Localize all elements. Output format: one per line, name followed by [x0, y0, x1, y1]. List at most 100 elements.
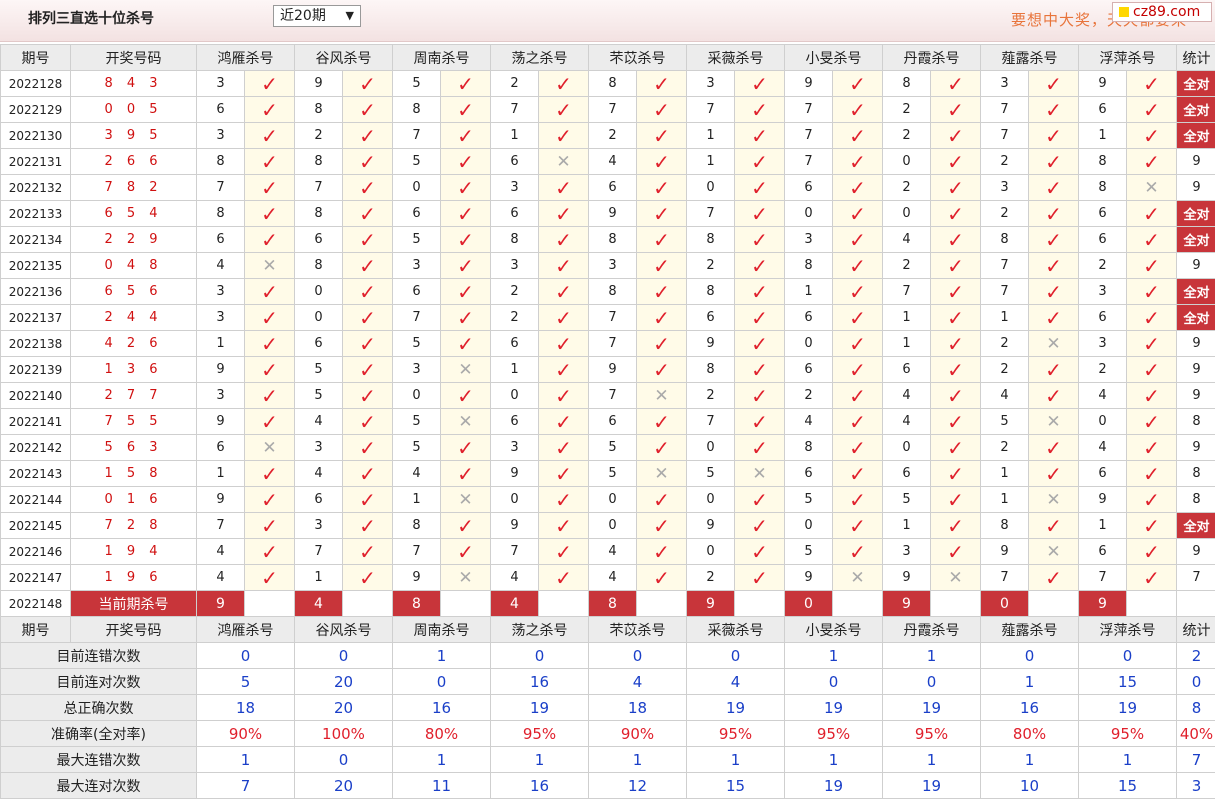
kill-number: 6: [294, 330, 343, 357]
stats-row: 准确率(全对率) 90% 100% 80% 95% 90% 95% 95% 95% 80% 95% 4…: [0, 720, 1215, 747]
stats-value: 1: [882, 746, 981, 773]
site-badge[interactable]: cz89.com: [1112, 2, 1212, 22]
check-icon: ✓: [1028, 226, 1079, 253]
kill-number: 3: [196, 122, 245, 149]
cross-icon: ✕: [636, 382, 687, 409]
issue-number: 2022144: [0, 486, 71, 513]
stats-value: 15: [686, 772, 785, 799]
check-icon: ✓: [636, 408, 687, 435]
kill-number: 2: [882, 122, 931, 149]
stats-total: 40%: [1176, 720, 1215, 747]
empty-cell: [832, 590, 883, 617]
stats-value: 7: [196, 772, 295, 799]
stats-value: 10: [980, 772, 1079, 799]
kill-number: 7: [882, 278, 931, 305]
empty-cell: [1176, 590, 1215, 617]
kill-number: 6: [784, 304, 833, 331]
check-icon: ✓: [1028, 174, 1079, 201]
stats-value: 12: [588, 772, 687, 799]
check-icon: ✓: [734, 434, 785, 461]
kill-number: 4: [490, 564, 539, 591]
all-correct-badge: 全对: [1176, 278, 1215, 305]
kill-number: 8: [980, 512, 1029, 539]
stats-value: 100%: [294, 720, 393, 747]
current-kill-number: 9: [686, 590, 735, 617]
kill-number: 3: [490, 174, 539, 201]
empty-cell: [636, 590, 687, 617]
empty-cell: [440, 590, 491, 617]
draw-numbers: 1 3 6: [70, 356, 197, 383]
kill-number: 6: [392, 200, 441, 227]
check-icon: ✓: [734, 356, 785, 383]
kill-number: 0: [882, 200, 931, 227]
stats-value: 95%: [1078, 720, 1177, 747]
correct-count: 9: [1176, 356, 1215, 383]
kill-number: 6: [1078, 304, 1127, 331]
check-icon: ✓: [342, 434, 393, 461]
check-icon: ✓: [1126, 70, 1177, 97]
cross-icon: ✕: [440, 356, 491, 383]
stats-value: 0: [784, 668, 883, 695]
check-icon: ✓: [636, 148, 687, 175]
kill-number: 8: [980, 226, 1029, 253]
kill-number: 8: [784, 252, 833, 279]
issue-number: 2022145: [0, 512, 71, 539]
cross-icon: ✕: [1028, 330, 1079, 357]
stats-value: 0: [490, 642, 589, 669]
kill-number: 6: [784, 460, 833, 487]
check-icon: ✓: [1126, 304, 1177, 331]
stats-value: 1: [392, 642, 491, 669]
check-icon: ✓: [1028, 122, 1079, 149]
kill-number: 1: [294, 564, 343, 591]
range-select[interactable]: 近20期 ▼: [273, 5, 361, 27]
cross-icon: ✕: [1028, 408, 1079, 435]
kill-number: 9: [980, 538, 1029, 565]
stats-value: 1: [980, 668, 1079, 695]
kill-number: 6: [490, 148, 539, 175]
check-icon: ✓: [440, 174, 491, 201]
table-row: 2022141 7 5 5 9 ✓ 4 ✓ 5 ✕ 6 ✓ 6 ✓ 7 ✓ 4 ✓ 4 ✓ 5 ✕ 0 ✓ 8: [0, 408, 1215, 435]
header-col-expert: 周南杀号: [392, 44, 491, 71]
kill-number: 1: [980, 460, 1029, 487]
check-icon: ✓: [930, 486, 981, 513]
draw-numbers: 1 9 4: [70, 538, 197, 565]
draw-numbers: 2 2 9: [70, 226, 197, 253]
kill-number: 9: [588, 356, 637, 383]
kill-number: 2: [980, 148, 1029, 175]
empty-cell: [342, 590, 393, 617]
check-icon: ✓: [1126, 122, 1177, 149]
kill-number: 7: [588, 382, 637, 409]
summary-col-issue: 期号: [0, 616, 71, 643]
header-col-expert: 荡之杀号: [490, 44, 589, 71]
kill-number: 8: [588, 278, 637, 305]
current-kill-label: 当前期杀号: [70, 590, 197, 617]
table-row: 2022135 0 4 8 4 ✕ 8 ✓ 3 ✓ 3 ✓ 3 ✓ 2 ✓ 8 ✓ 2 ✓ 7 ✓ 2 ✓ 9: [0, 252, 1215, 279]
stats-value: 0: [196, 642, 295, 669]
check-icon: ✓: [342, 330, 393, 357]
table-row: 2022138 4 2 6 1 ✓ 6 ✓ 5 ✓ 6 ✓ 7 ✓ 9 ✓ 0 ✓ 1 ✓ 2 ✕ 3 ✓ 9: [0, 330, 1215, 357]
kill-number: 7: [980, 564, 1029, 591]
check-icon: ✓: [930, 148, 981, 175]
table-row: 2022139 1 3 6 9 ✓ 5 ✓ 3 ✕ 1 ✓ 9 ✓ 8 ✓ 6 ✓ 6 ✓ 2 ✓ 2 ✓ 9: [0, 356, 1215, 383]
check-icon: ✓: [930, 330, 981, 357]
kill-number: 2: [490, 70, 539, 97]
check-icon: ✓: [1028, 434, 1079, 461]
kill-number: 2: [588, 122, 637, 149]
kill-number: 2: [980, 330, 1029, 357]
kill-number: 4: [392, 460, 441, 487]
kill-number: 1: [980, 304, 1029, 331]
check-icon: ✓: [1126, 330, 1177, 357]
stats-label: 最大连对次数: [0, 772, 197, 799]
site-badge-text: cz89.com: [1133, 4, 1201, 20]
kill-number: 3: [490, 434, 539, 461]
all-correct-badge: 全对: [1176, 226, 1215, 253]
kill-number: 7: [686, 96, 735, 123]
kill-number: 7: [784, 122, 833, 149]
table-row: 2022145 7 2 8 7 ✓ 3 ✓ 8 ✓ 9 ✓ 0 ✓ 9 ✓ 0 ✓ 1 ✓ 8 ✓ 1 ✓ 全对: [0, 512, 1215, 539]
kill-number: 6: [882, 460, 931, 487]
check-icon: ✓: [832, 538, 883, 565]
check-icon: ✓: [636, 564, 687, 591]
check-icon: ✓: [930, 382, 981, 409]
check-icon: ✓: [832, 382, 883, 409]
kill-number: 0: [588, 486, 637, 513]
